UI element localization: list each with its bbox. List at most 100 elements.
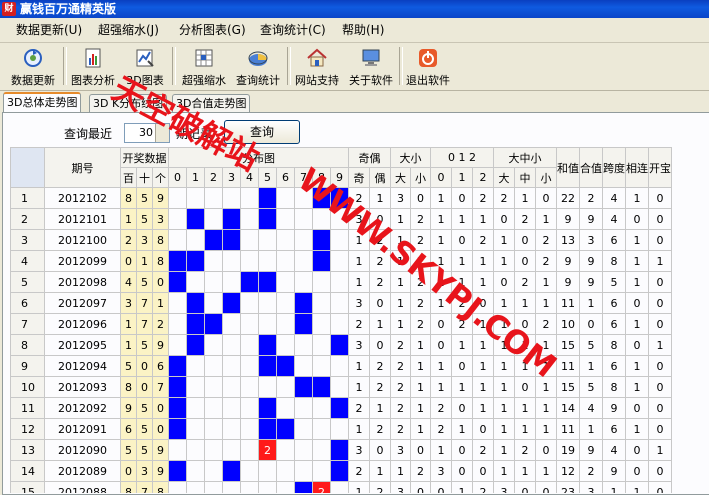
website-support-button[interactable]: 网站支持 <box>292 45 342 88</box>
table-row[interactable]: 2 2012101 1 5 3 1 3 5 3 0 1 2 1 1 1 0 2 1 9 9 4 0 0 <box>10 208 672 230</box>
chart-analysis-button[interactable]: 图表分析 <box>67 45 119 88</box>
table-row[interactable]: 15 2012088 8 7 8 7 2 1 2 3 0 0 1 2 3 0 0 23 3 1 1 0 <box>10 481 672 493</box>
distribution-empty-cell <box>240 313 259 335</box>
stat-cell: 1 <box>648 439 672 461</box>
distribution-empty-cell <box>222 376 241 398</box>
prize-digit-cell: 5 <box>120 355 137 377</box>
stat-cell: 4 <box>602 208 626 230</box>
menu-filter[interactable]: 超强缩水(J) <box>98 22 159 38</box>
table-row[interactable]: 1 2012102 8 5 9 5 8 9 2 1 3 0 1 0 2 2 1 0 22 2 4 1 0 <box>10 187 672 209</box>
3d-chart-button[interactable]: 3D图表 <box>122 45 168 88</box>
query-button[interactable]: 查询 <box>224 120 300 144</box>
stat-cell: 1 <box>535 460 557 482</box>
distribution-empty-cell <box>294 271 313 293</box>
stat-cell: 10 <box>556 313 580 335</box>
table-row[interactable]: 3 2012100 2 3 8 2 3 8 1 2 1 2 1 0 2 1 0 2 13 3 6 1 0 <box>10 229 672 251</box>
stat-cell: 0 <box>579 313 603 335</box>
distribution-empty-cell <box>276 397 295 419</box>
prize-digit-cell: 0 <box>152 418 169 440</box>
prize-digit-cell: 0 <box>136 355 153 377</box>
window-title: 赢钱百万通精英版 <box>20 2 117 16</box>
menu-help[interactable]: 帮助(H) <box>342 22 384 38</box>
menu-query-stats[interactable]: 查询统计(C) <box>260 22 326 38</box>
prize-digit-cell: 3 <box>136 229 153 251</box>
stat-cell: 2 <box>535 229 557 251</box>
menu-charts[interactable]: 分析图表(G) <box>179 22 246 38</box>
stat-cell: 2 <box>410 292 431 314</box>
stat-cell: 0 <box>451 355 473 377</box>
chart-icon <box>85 48 101 68</box>
distribution-empty-cell <box>240 397 259 419</box>
table-row[interactable]: 11 2012092 9 5 0 0 5 9 2 1 2 1 2 0 1 1 1 1 14 4 9 0 0 <box>10 397 672 419</box>
distribution-empty-cell <box>312 271 331 293</box>
distribution-mark-cell: 5 <box>258 187 277 209</box>
tab-3d-sum-trend[interactable]: 3D合值走势图 <box>172 94 251 112</box>
stat-cell: 1 <box>625 313 649 335</box>
repeat-mark-cell: 2 <box>258 439 277 461</box>
stat-cell: 1 <box>430 229 452 251</box>
spinner-icon[interactable] <box>155 124 169 142</box>
table-row[interactable]: 12 2012091 6 5 0 0 5 6 1 2 2 1 2 1 0 1 1 1 11 1 6 1 0 <box>10 418 672 440</box>
stat-cell: 1 <box>472 334 494 356</box>
distribution-empty-cell <box>222 271 241 293</box>
table-row[interactable]: 7 2012096 1 7 2 1 2 7 2 1 1 2 0 2 1 1 0 2 10 0 6 1 0 <box>10 313 672 335</box>
exit-button[interactable]: 退出软件 <box>402 45 454 88</box>
subheader-dist: 2 <box>204 167 223 188</box>
tab-3d-k-distribution[interactable]: 3D K分布线图 <box>89 94 168 112</box>
distribution-empty-cell <box>186 376 205 398</box>
distribution-empty-cell <box>186 271 205 293</box>
distribution-empty-cell <box>258 460 277 482</box>
stat-cell: 0 <box>369 334 391 356</box>
stat-cell: 6 <box>602 292 626 314</box>
table-row[interactable]: 9 2012094 5 0 6 0 5 6 1 2 2 1 1 0 1 1 1 1 11 1 6 1 0 <box>10 355 672 377</box>
stat-cell: 0 <box>369 292 391 314</box>
query-stats-button[interactable]: 查询统计 <box>232 45 284 88</box>
stat-cell: 2 <box>369 418 391 440</box>
stat-cell: 0 <box>535 187 557 209</box>
stat-cell: 1 <box>493 460 515 482</box>
table-row[interactable]: 6 2012097 3 7 1 1 3 7 3 0 1 2 1 2 0 1 1 1 11 1 6 0 0 <box>10 292 672 314</box>
stat-cell: 2 <box>348 397 370 419</box>
stat-cell: 0 <box>472 460 494 482</box>
stat-cell: 0 <box>514 376 536 398</box>
query-count-input[interactable]: 30 <box>124 123 170 143</box>
stat-cell: 1 <box>514 187 536 209</box>
header-parity: 奇偶 <box>348 147 391 168</box>
issue-cell: 2012094 <box>44 355 121 377</box>
data-update-button[interactable]: 数据更新 <box>6 45 60 88</box>
table-row[interactable]: 13 2012090 5 5 9 2 9 3 0 3 0 1 0 2 1 2 0 19 9 4 0 1 <box>10 439 672 461</box>
stat-cell: 0 <box>648 208 672 230</box>
about-button[interactable]: 关于软件 <box>345 45 397 88</box>
stat-cell: 6 <box>602 229 626 251</box>
distribution-empty-cell <box>240 481 259 493</box>
distribution-empty-cell <box>276 334 295 356</box>
table-row[interactable]: 14 2012089 0 3 9 0 3 9 2 1 1 2 3 0 0 1 1 1 12 2 9 0 0 <box>10 460 672 482</box>
issue-cell: 2012090 <box>44 439 121 461</box>
prize-digit-cell: 8 <box>152 250 169 272</box>
stat-cell: 1 <box>451 418 473 440</box>
stat-cell: 1 <box>451 376 473 398</box>
menu-data-update[interactable]: 数据更新(U) <box>16 22 82 38</box>
distribution-empty-cell <box>258 376 277 398</box>
super-filter-button[interactable]: 超强缩水 <box>178 45 230 88</box>
stat-cell: 0 <box>514 481 536 493</box>
header-range: 大中小 <box>493 147 557 168</box>
tab-3d-overall-trend[interactable]: 3D总体走势图 <box>3 92 82 114</box>
table-row[interactable]: 5 2012098 4 5 0 0 4 5 1 2 1 2 1 1 1 0 2 1 9 9 5 1 0 <box>10 271 672 293</box>
prize-digit-cell: 1 <box>120 313 137 335</box>
prize-digit-cell: 7 <box>136 313 153 335</box>
stat-cell: 0 <box>648 229 672 251</box>
stat-cell: 1 <box>535 271 557 293</box>
table-row[interactable]: 10 2012093 8 0 7 0 7 8 1 2 2 1 1 1 1 1 0 1 15 5 8 1 0 <box>10 376 672 398</box>
table-row[interactable]: 8 2012095 1 5 9 1 5 9 3 0 2 1 0 1 1 1 1 1 15 5 8 0 1 <box>10 334 672 356</box>
stat-cell: 0 <box>451 187 473 209</box>
distribution-empty-cell <box>222 187 241 209</box>
table-row[interactable]: 4 2012099 0 1 8 0 1 8 1 2 1 2 1 1 1 1 0 2 9 9 8 1 1 <box>10 250 672 272</box>
stat-cell: 0 <box>535 481 557 493</box>
stat-cell: 22 <box>556 187 580 209</box>
prize-digit-cell: 3 <box>152 208 169 230</box>
distribution-mark-cell: 5 <box>258 271 277 293</box>
stat-cell: 9 <box>602 460 626 482</box>
distribution-empty-cell <box>276 313 295 335</box>
stat-cell: 2 <box>472 229 494 251</box>
